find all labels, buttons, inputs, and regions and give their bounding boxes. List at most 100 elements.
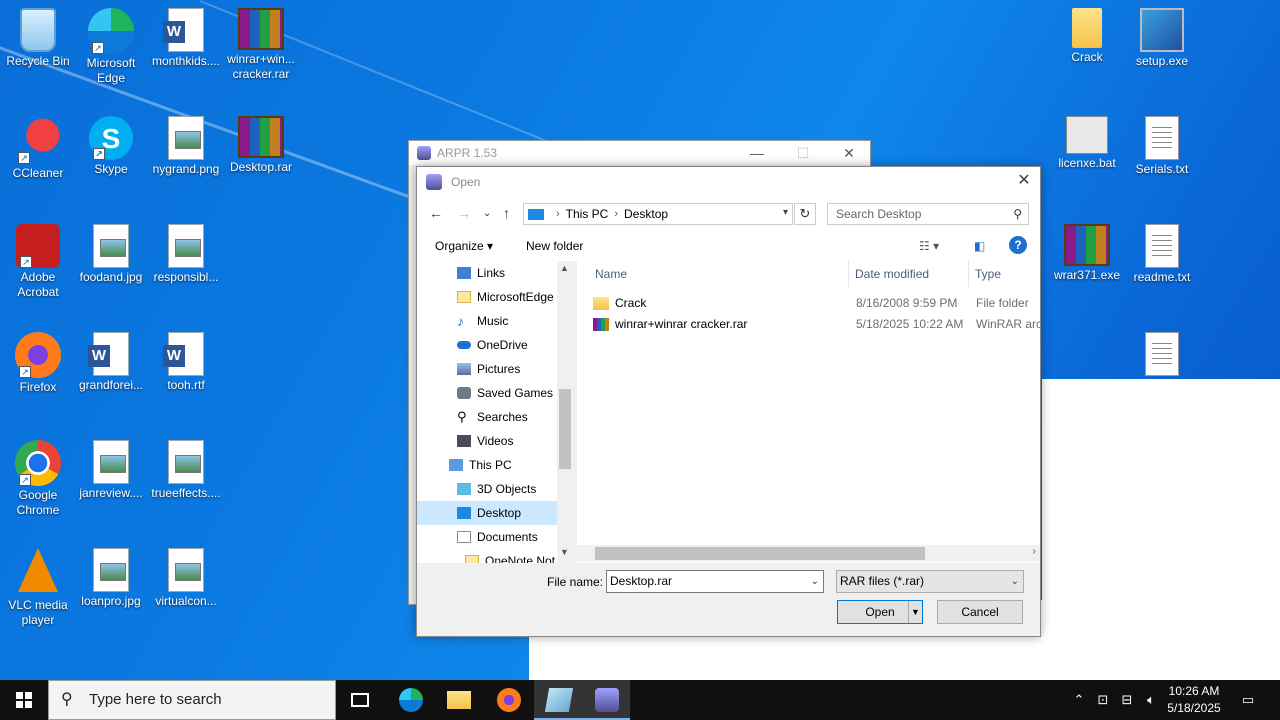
scrollbar-thumb[interactable] bbox=[595, 547, 925, 560]
column-header-type[interactable]: Type bbox=[969, 261, 1040, 287]
desktop-icon-licenxe[interactable]: licenxe.bat bbox=[1049, 116, 1125, 171]
scroll-up-icon[interactable]: ▲ bbox=[560, 263, 569, 273]
desktop-icon-setup[interactable]: setup.exe bbox=[1124, 8, 1200, 69]
scroll-down-icon[interactable]: ▼ bbox=[560, 547, 569, 557]
desktop-icon-foodand[interactable]: foodand.jpg bbox=[73, 224, 149, 285]
taskbar-clock[interactable]: 10:26 AM 5/18/2025 bbox=[1160, 683, 1228, 717]
nav-item-3d-objects[interactable]: 3D Objects bbox=[417, 477, 557, 501]
image-file-icon bbox=[168, 224, 204, 268]
help-icon[interactable]: ? bbox=[1009, 236, 1027, 254]
file-row[interactable]: Crack 8/16/2008 9:59 PM File folder bbox=[593, 293, 1040, 313]
close-button[interactable]: ✕ bbox=[826, 141, 872, 165]
desktop-icon-monthkids[interactable]: monthkids.... bbox=[148, 8, 224, 69]
nav-item-music[interactable]: ♪ Music bbox=[417, 309, 557, 333]
desktop-icon-skype[interactable]: S ↗ Skype bbox=[73, 116, 149, 177]
nav-item-documents[interactable]: Documents bbox=[417, 525, 557, 549]
word-document-icon bbox=[88, 332, 129, 376]
desktop-icon-janreview[interactable]: janreview.... bbox=[73, 440, 149, 501]
desktop-icon-text-file[interactable] bbox=[1124, 332, 1200, 378]
chevron-down-icon[interactable]: ⌄ bbox=[1011, 571, 1019, 592]
dialog-close-button[interactable]: ✕ bbox=[1008, 167, 1040, 197]
nav-item-links[interactable]: Links bbox=[417, 261, 557, 285]
icon-label: loanpro.jpg bbox=[81, 594, 141, 608]
show-hidden-icons-chevron-icon[interactable]: ⌃ bbox=[1068, 680, 1090, 720]
recent-locations-chevron-icon[interactable]: ⌄ bbox=[483, 208, 491, 219]
nav-item-microsoftedge[interactable]: MicrosoftEdge bbox=[417, 285, 557, 309]
nav-item-onedrive[interactable]: OneDrive bbox=[417, 333, 557, 357]
desktop-icon-serials[interactable]: Serials.txt bbox=[1124, 116, 1200, 177]
desktop-icon-loanpro[interactable]: loanpro.jpg bbox=[73, 548, 149, 609]
arpr-titlebar[interactable]: ARPR 1.53 — ☐ ✕ bbox=[409, 141, 870, 165]
start-button[interactable] bbox=[0, 680, 48, 720]
taskbar-file-explorer[interactable] bbox=[434, 680, 482, 720]
maximize-button[interactable]: ☐ bbox=[780, 141, 826, 165]
open-dialog[interactable]: Open ✕ ← → ⌄ ↑ › This PC › Desktop ▾ ↻ S… bbox=[416, 166, 1041, 637]
desktop-icon-edge[interactable]: ↗ Microsoft Edge bbox=[73, 8, 149, 86]
preview-pane-icon[interactable]: ◧ bbox=[974, 239, 985, 253]
up-arrow-icon[interactable]: ↑ bbox=[503, 205, 510, 221]
file-list-horizontal-scrollbar[interactable]: › bbox=[577, 545, 1040, 562]
nav-item-saved-games[interactable]: Saved Games bbox=[417, 381, 557, 405]
icon-label: CCleaner bbox=[12, 166, 64, 180]
breadcrumb-this-pc[interactable]: This PC bbox=[566, 207, 609, 221]
open-options-chevron-icon[interactable]: ▼ bbox=[908, 601, 922, 623]
file-type-filter[interactable]: RAR files (*.rar) ⌄ bbox=[836, 570, 1024, 593]
desktop-icon-recycle-bin[interactable]: Recycle Bin bbox=[0, 8, 76, 69]
organize-button[interactable]: Organize ▾ bbox=[435, 239, 493, 253]
cancel-button[interactable]: Cancel bbox=[937, 600, 1023, 624]
nav-item-this-pc[interactable]: This PC bbox=[417, 453, 557, 477]
taskbar-notepad[interactable] bbox=[534, 680, 582, 720]
desktop-icon-chrome[interactable]: ↗ Google Chrome bbox=[0, 440, 76, 518]
desktop-icon-nygrand[interactable]: nygrand.png bbox=[148, 116, 224, 177]
desktop-icon-desktop-rar[interactable]: Desktop.rar bbox=[223, 116, 299, 175]
taskbar-edge[interactable] bbox=[386, 680, 434, 720]
network-icon[interactable]: ⊟ bbox=[1116, 680, 1138, 720]
search-input[interactable]: Search Desktop ⚲ bbox=[827, 203, 1029, 225]
desktop-icon-winrar-cracker[interactable]: winrar+win... cracker.rar bbox=[223, 8, 299, 82]
column-header-date-modified[interactable]: Date modified bbox=[849, 261, 969, 287]
back-arrow-icon[interactable]: ← bbox=[429, 205, 443, 221]
scroll-right-icon[interactable]: › bbox=[1033, 546, 1036, 557]
volume-icon[interactable]: 🔈︎ bbox=[1140, 680, 1162, 720]
nav-item-desktop[interactable]: Desktop bbox=[417, 501, 557, 525]
desktop-icon-grandforei[interactable]: grandforei... bbox=[73, 332, 149, 393]
chevron-down-icon[interactable]: ⌄ bbox=[811, 571, 819, 592]
nav-item-searches[interactable]: ⚲ Searches bbox=[417, 405, 557, 429]
taskbar-arpr[interactable] bbox=[582, 680, 630, 720]
scrollbar-thumb[interactable] bbox=[559, 389, 571, 469]
view-options-icon[interactable]: ☷ ▾ bbox=[919, 239, 939, 253]
address-bar[interactable]: › This PC › Desktop ▾ bbox=[523, 203, 793, 225]
device-icon[interactable]: ⊡ bbox=[1092, 680, 1114, 720]
desktop-icon-virtualcon[interactable]: virtualcon... bbox=[148, 548, 224, 609]
navigation-scrollbar[interactable]: ▲ ▼ bbox=[557, 261, 573, 563]
notifications-icon[interactable]: ▭ bbox=[1236, 680, 1260, 720]
file-list[interactable]: Name ⌃ Date modified Type Crack 8/16/200… bbox=[577, 261, 1040, 563]
refresh-button[interactable]: ↻ bbox=[794, 203, 816, 225]
nav-item-pictures[interactable]: Pictures bbox=[417, 357, 557, 381]
desktop-icon-ccleaner[interactable]: ↗ CCleaner bbox=[0, 116, 76, 181]
navigation-pane[interactable]: Links MicrosoftEdge ♪ Music OneDrive Pict… bbox=[417, 261, 573, 563]
breadcrumb-desktop[interactable]: Desktop bbox=[624, 207, 668, 221]
forward-arrow-icon[interactable]: → bbox=[457, 205, 471, 221]
desktop-icon-crack-folder[interactable]: Crack bbox=[1049, 8, 1125, 65]
taskbar-firefox[interactable] bbox=[484, 680, 532, 720]
open-button[interactable]: Open ▼ bbox=[837, 600, 923, 624]
desktop-icon-acrobat[interactable]: ↗ Adobe Acrobat bbox=[0, 224, 76, 300]
desktop-icon-wrar371[interactable]: wrar371.exe bbox=[1049, 224, 1125, 283]
desktop-icon-vlc[interactable]: VLC media player bbox=[0, 548, 76, 628]
desktop-icon-tooh[interactable]: tooh.rtf bbox=[148, 332, 224, 393]
file-name-input[interactable]: Desktop.rar ⌄ bbox=[606, 570, 824, 593]
chevron-down-icon[interactable]: ▾ bbox=[783, 207, 788, 218]
minimize-button[interactable]: — bbox=[734, 141, 780, 165]
taskbar-search-box[interactable]: ⚲ Type here to search bbox=[48, 680, 336, 720]
desktop-icon-responsibl[interactable]: responsibl... bbox=[148, 224, 224, 285]
new-folder-button[interactable]: New folder bbox=[526, 239, 583, 253]
file-row[interactable]: winrar+winrar cracker.rar 5/18/2025 10:2… bbox=[593, 314, 1040, 334]
nav-item-onenote[interactable]: OneNote Not bbox=[417, 549, 557, 563]
desktop-icon-trueeffects[interactable]: trueeffects.... bbox=[148, 440, 224, 501]
dialog-titlebar[interactable]: Open ✕ bbox=[417, 167, 1040, 197]
nav-item-videos[interactable]: Videos bbox=[417, 429, 557, 453]
desktop-icon-readme[interactable]: readme.txt bbox=[1124, 224, 1200, 285]
desktop-icon-firefox[interactable]: ↗ Firefox bbox=[0, 332, 76, 395]
task-view-button[interactable] bbox=[336, 680, 384, 720]
